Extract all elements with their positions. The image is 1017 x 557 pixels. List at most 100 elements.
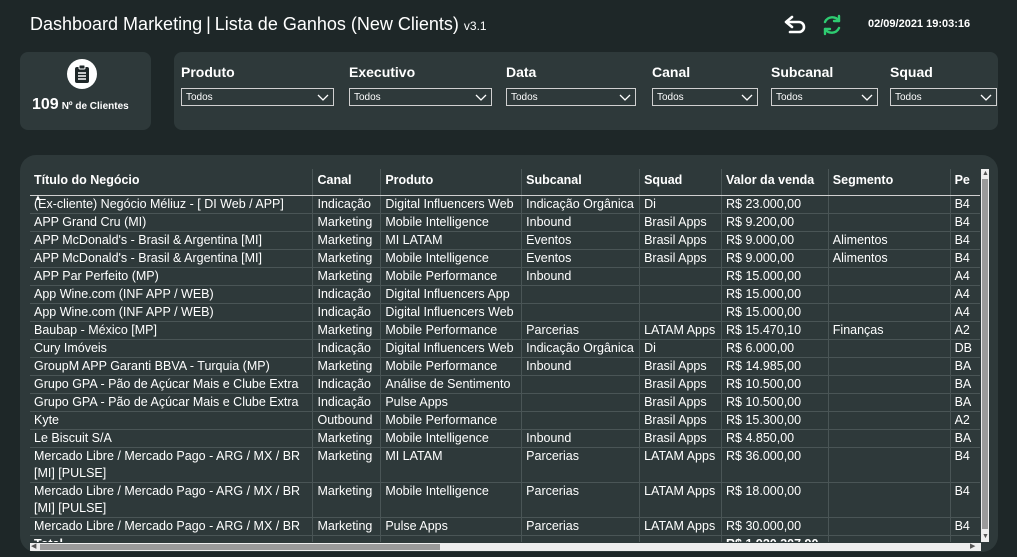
table-cell: Análise de Sentimento bbox=[380, 375, 522, 394]
column-header[interactable]: Squad bbox=[639, 169, 722, 196]
column-header[interactable]: Produto bbox=[380, 169, 522, 196]
table-cell: Indicação bbox=[312, 303, 381, 322]
scroll-up-icon[interactable]: ▲ bbox=[982, 170, 989, 178]
filter-label: Subcanal bbox=[771, 64, 834, 80]
kpi-label: Nº de Clientes bbox=[61, 101, 129, 112]
table-cell: Brasil Apps bbox=[639, 231, 722, 250]
page-title: Dashboard Marketing | Lista de Ganhos (New… bbox=[30, 14, 487, 35]
dropdown-value: Todos bbox=[354, 91, 381, 103]
table-cell: Inbound bbox=[521, 429, 640, 448]
total-row: Total R$ 1.920.307,90 bbox=[30, 535, 980, 542]
horizontal-scroll-thumb[interactable] bbox=[40, 544, 440, 550]
table-cell: Parcerias bbox=[521, 517, 640, 536]
table-cell: Marketing bbox=[312, 357, 381, 376]
column-header[interactable]: Pe bbox=[949, 169, 980, 196]
table-row[interactable]: App Wine.com (INF APP / WEB) Indicação Dig… bbox=[30, 285, 980, 304]
table-cell: Kyte bbox=[30, 411, 313, 430]
table-cell: Grupo GPA - Pão de Açúcar Mais e Clube E… bbox=[30, 393, 313, 412]
table-row[interactable]: Grupo GPA - Pão de Açúcar Mais e Clube E… bbox=[30, 375, 980, 394]
table-cell: R$ 14.985,00 bbox=[721, 357, 829, 376]
column-header[interactable]: Título do Negócio bbox=[30, 169, 313, 196]
scroll-right-icon[interactable]: ▶ bbox=[970, 543, 975, 551]
table-cell: B4 bbox=[949, 231, 980, 250]
table-cell: B4 bbox=[949, 447, 980, 483]
table-cell: (Ex-cliente) Negócio Méliuz - [ DI Web /… bbox=[30, 195, 313, 214]
filter-canal: Canal Todos bbox=[652, 64, 758, 106]
total-label: Total bbox=[30, 536, 313, 542]
table-row[interactable]: GroupM APP Garanti BBVA - Turquia (MP) Ma… bbox=[30, 357, 980, 376]
produto-dropdown[interactable]: Todos bbox=[181, 88, 334, 106]
table-row[interactable]: APP Grand Cru (MI) Marketing Mobile Intell… bbox=[30, 213, 980, 232]
table-cell: R$ 15.300,00 bbox=[721, 411, 829, 430]
table-cell: Mercado Libre / Mercado Pago - ARG / MX … bbox=[30, 447, 313, 483]
header-actions bbox=[783, 12, 845, 38]
table-cell: R$ 9.200,00 bbox=[721, 213, 829, 232]
table-row[interactable]: Cury Imóveis Indicação Digital Influencers… bbox=[30, 339, 980, 358]
table-cell bbox=[827, 285, 951, 304]
table-row[interactable]: Mercado Libre / Mercado Pago - ARG / MX … bbox=[30, 447, 980, 483]
table-cell: Di bbox=[639, 339, 722, 358]
table-cell: APP Par Perfeito (MP) bbox=[30, 267, 313, 286]
table-row[interactable]: Le Biscuit S/A Marketing Mobile Intelligen… bbox=[30, 429, 980, 448]
column-header[interactable]: Valor da venda bbox=[721, 169, 829, 196]
dropdown-value: Todos bbox=[511, 91, 538, 103]
table-cell: R$ 4.850,00 bbox=[721, 429, 829, 448]
table-cell: Indicação bbox=[312, 285, 381, 304]
table-row[interactable]: Mercado Libre / Mercado Pago - ARG / MX … bbox=[30, 482, 980, 518]
table-cell: R$ 23.000,00 bbox=[721, 195, 829, 214]
table-row[interactable]: Baubap - México [MP] Marketing Mobile Perf… bbox=[30, 321, 980, 340]
table-cell: Alimentos bbox=[827, 249, 951, 268]
table-row[interactable]: APP McDonald's - Brasil & Argentina [MI]… bbox=[30, 249, 980, 268]
table-cell bbox=[380, 535, 522, 542]
vertical-scroll-thumb[interactable] bbox=[982, 179, 988, 529]
scroll-left-icon[interactable]: ◀ bbox=[31, 543, 36, 551]
table-cell: Marketing bbox=[312, 213, 381, 232]
table-row[interactable]: Grupo GPA - Pão de Açúcar Mais e Clube E… bbox=[30, 393, 980, 412]
table-row[interactable]: Kyte Outbound Mobile Performance Brasil App… bbox=[30, 411, 980, 430]
table-cell: Marketing bbox=[312, 249, 381, 268]
deals-table-panel: Título do Negócio Canal Produto Subcanal Squ… bbox=[20, 155, 998, 552]
scroll-down-icon[interactable]: ▼ bbox=[982, 533, 989, 541]
clipboard-icon bbox=[67, 59, 97, 89]
squad-dropdown[interactable]: Todos bbox=[890, 88, 997, 106]
vertical-scrollbar[interactable]: ▲ ▼ bbox=[981, 169, 989, 542]
sort-ascending-icon[interactable]: ▲ bbox=[34, 193, 42, 202]
executivo-dropdown[interactable]: Todos bbox=[349, 88, 492, 106]
table-cell bbox=[521, 393, 640, 412]
table-row[interactable]: APP Par Perfeito (MP) Marketing Mobile Per… bbox=[30, 267, 980, 286]
table-cell: Baubap - México [MP] bbox=[30, 321, 313, 340]
table-cell bbox=[827, 482, 951, 518]
subcanal-dropdown[interactable]: Todos bbox=[771, 88, 878, 106]
table-cell bbox=[949, 535, 980, 542]
last-refresh-timestamp: 02/09/2021 19:03:16 bbox=[868, 18, 971, 30]
kpi-value: 109 bbox=[32, 96, 59, 113]
table-cell: Marketing bbox=[312, 429, 381, 448]
filter-label: Squad bbox=[890, 64, 933, 80]
refresh-icon[interactable] bbox=[819, 12, 845, 38]
table-cell: Marketing bbox=[312, 321, 381, 340]
table-row[interactable]: App Wine.com (INF APP / WEB) Indicação Dig… bbox=[30, 303, 980, 322]
filter-label: Canal bbox=[652, 64, 691, 80]
table-cell: App Wine.com (INF APP / WEB) bbox=[30, 285, 313, 304]
table-cell: R$ 18.000,00 bbox=[721, 482, 829, 518]
back-arrow-icon[interactable] bbox=[783, 12, 809, 38]
data-dropdown[interactable]: Todos bbox=[506, 88, 636, 106]
table-cell: R$ 36.000,00 bbox=[721, 447, 829, 483]
column-header[interactable]: Subcanal bbox=[521, 169, 640, 196]
table-row[interactable]: Mercado Libre / Mercado Pago - ARG / MX … bbox=[30, 517, 980, 536]
chevron-down-icon bbox=[980, 94, 992, 101]
filter-label: Produto bbox=[181, 64, 235, 80]
table-cell: B4 bbox=[949, 482, 980, 518]
table-cell: LATAM Apps bbox=[639, 517, 722, 536]
table-row[interactable]: APP McDonald's - Brasil & Argentina [MI]… bbox=[30, 231, 980, 250]
table-cell: B4 bbox=[949, 213, 980, 232]
canal-dropdown[interactable]: Todos bbox=[652, 88, 758, 106]
table-cell bbox=[827, 375, 951, 394]
table-cell bbox=[827, 393, 951, 412]
column-header[interactable]: Segmento bbox=[827, 169, 951, 196]
table-row[interactable]: (Ex-cliente) Negócio Méliuz - [ DI Web /… bbox=[30, 195, 980, 214]
table-cell: Brasil Apps bbox=[639, 429, 722, 448]
column-header[interactable]: Canal bbox=[312, 169, 381, 196]
dropdown-value: Todos bbox=[776, 91, 803, 103]
horizontal-scrollbar[interactable]: ◀ ▶ bbox=[30, 543, 981, 551]
